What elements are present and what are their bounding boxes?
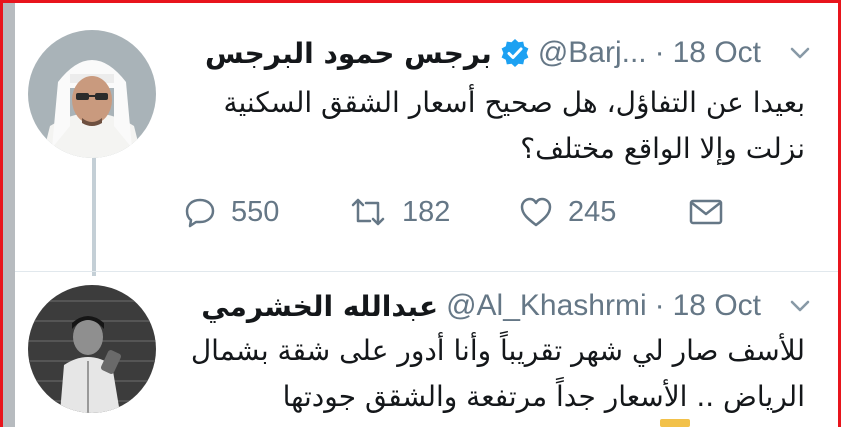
user-handle[interactable]: @Barj... — [538, 36, 647, 70]
tweet-text: للأسف صار لي شهر تقريباً وأنا أدور على ش… — [190, 334, 805, 413]
tweet-header: عبدالله الخشرمي @Al_Khashrmi · 18 Oct — [201, 281, 813, 331]
direct-message-button[interactable] — [688, 188, 724, 236]
reply-button[interactable]: 550 — [183, 188, 279, 236]
like-button[interactable]: 245 — [518, 188, 616, 236]
retweet-icon — [351, 198, 385, 226]
verified-badge-icon — [500, 38, 530, 68]
reply-count: 550 — [231, 195, 280, 228]
avatar-photo-icon — [28, 285, 156, 413]
emoji-partial — [660, 419, 690, 427]
user-handle[interactable]: @Al_Khashrmi — [446, 289, 647, 323]
avatar[interactable] — [28, 285, 156, 413]
tweet-text: بعيدا عن التفاؤل، هل صحيح أسعار الشقق ال… — [223, 86, 805, 165]
separator-dot: · — [654, 36, 665, 69]
like-icon — [520, 197, 552, 227]
retweet-count: 182 — [402, 195, 451, 228]
avatar[interactable] — [28, 30, 156, 158]
screenshot-frame-top — [0, 0, 841, 3]
scrollbar-rail[interactable] — [3, 3, 15, 427]
like-count: 245 — [568, 195, 617, 228]
tweet-actions: 550 182 245 — [183, 188, 743, 236]
display-name[interactable]: برجس حمود البرجس — [205, 37, 492, 70]
chevron-down-icon[interactable] — [787, 293, 813, 319]
tweet-timestamp[interactable]: 18 Oct — [673, 289, 761, 323]
mail-icon — [689, 199, 723, 225]
avatar-photo-icon — [28, 30, 156, 158]
tweet-timestamp[interactable]: 18 Oct — [673, 36, 761, 70]
separator-dot: · — [654, 289, 665, 322]
tweet-divider — [15, 271, 838, 272]
chevron-down-icon[interactable] — [787, 40, 813, 66]
thread-connector-line — [92, 158, 96, 276]
reply-icon — [185, 198, 215, 228]
tweet-header: برجس حمود البرجس @Barj... · 18 Oct — [205, 28, 813, 78]
retweet-button[interactable]: 182 — [348, 188, 450, 236]
display-name[interactable]: عبدالله الخشرمي — [201, 290, 438, 323]
